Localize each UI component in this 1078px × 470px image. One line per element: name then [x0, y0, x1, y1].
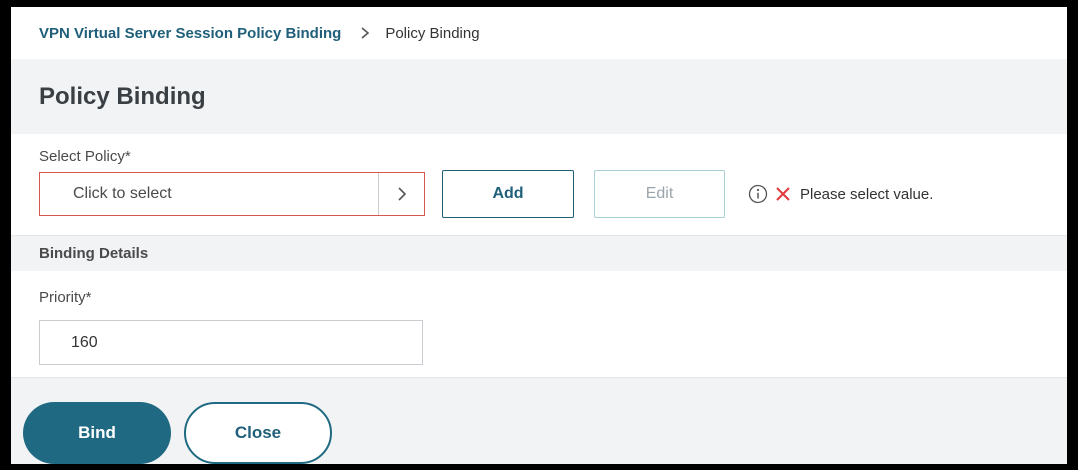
edit-policy-button[interactable]: Edit: [594, 170, 725, 218]
info-icon[interactable]: [748, 184, 768, 204]
error-x-icon: [774, 185, 792, 203]
bind-button[interactable]: Bind: [23, 402, 171, 464]
policy-binding-dialog: VPN Virtual Server Session Policy Bindin…: [11, 7, 1067, 464]
priority-input[interactable]: [39, 320, 423, 365]
breadcrumb: VPN Virtual Server Session Policy Bindin…: [11, 7, 1067, 59]
priority-label: Priority*: [39, 289, 92, 306]
validation-text: Please select value.: [800, 185, 934, 203]
chevron-right-icon[interactable]: [378, 173, 424, 215]
select-policy-placeholder: Click to select: [73, 185, 172, 202]
select-policy-label: Select Policy*: [39, 148, 131, 165]
chevron-right-icon: [359, 25, 371, 41]
page-header: Policy Binding: [11, 59, 1067, 134]
priority-section: Priority*: [11, 271, 1067, 377]
page-title: Policy Binding: [39, 82, 206, 110]
breadcrumb-parent-link[interactable]: VPN Virtual Server Session Policy Bindin…: [39, 25, 341, 42]
add-policy-button[interactable]: Add: [442, 170, 574, 218]
binding-details-heading: Binding Details: [39, 245, 149, 262]
breadcrumb-current: Policy Binding: [385, 24, 480, 42]
select-policy-section: Select Policy* Click to select Add Edit: [11, 134, 1067, 235]
dialog-footer: Bind Close: [11, 377, 1067, 464]
close-button[interactable]: Close: [184, 402, 332, 464]
validation-message: Please select value.: [748, 179, 933, 209]
select-policy-field[interactable]: Click to select: [39, 172, 425, 216]
binding-details-header: Binding Details: [11, 235, 1067, 271]
